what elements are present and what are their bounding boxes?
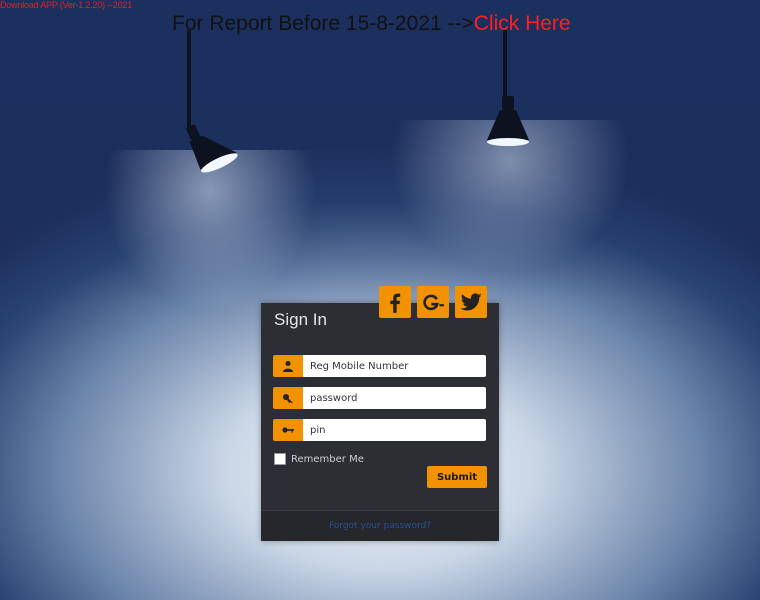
pin-field (273, 419, 486, 441)
twitter-icon (460, 293, 482, 311)
remember-me-checkbox[interactable] (274, 453, 286, 465)
remember-me-label: Remember Me (291, 453, 364, 465)
lamp-cord-left (187, 30, 191, 132)
key-icon (273, 387, 303, 409)
pin-input[interactable] (303, 419, 486, 441)
report-banner: For Report Before 15-8-2021 -->Click Her… (172, 12, 571, 36)
mobile-number-input[interactable] (303, 355, 486, 377)
report-click-here-link[interactable]: Click Here (474, 12, 571, 35)
user-icon (273, 355, 303, 377)
lamp-cord-right (503, 30, 507, 100)
password-input[interactable] (303, 387, 486, 409)
pin-key-icon (273, 419, 303, 441)
report-text: For Report Before 15-8-2021 --> (172, 12, 474, 35)
spotlight-right-icon (487, 96, 529, 146)
submit-button[interactable]: Submit (427, 466, 487, 488)
sign-in-title: Sign In (274, 310, 327, 329)
login-panel: Sign In Remember Me Submit Forgot your p… (261, 286, 499, 541)
download-app-link[interactable]: Download APP (Ver-1.2.20) --2021 (0, 0, 132, 10)
remember-me[interactable]: Remember Me (274, 453, 364, 465)
facebook-button[interactable] (379, 286, 411, 318)
google-plus-button[interactable] (417, 286, 449, 318)
facebook-icon (390, 293, 401, 313)
panel-footer: Forgot your password? (261, 510, 499, 541)
mobile-field (273, 355, 486, 377)
twitter-button[interactable] (455, 286, 487, 318)
social-login-group (379, 286, 487, 318)
google-plus-icon (423, 294, 444, 311)
password-field (273, 387, 486, 409)
forgot-password-link[interactable]: Forgot your password? (329, 521, 431, 531)
